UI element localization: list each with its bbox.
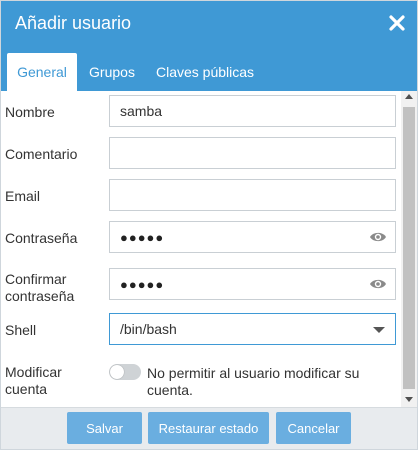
dialog-footer: Salvar Restaurar estado Cancelar: [1, 407, 417, 449]
dialog-titlebar: Añadir usuario: [1, 1, 417, 45]
confirm-label-line2: contraseña: [5, 288, 75, 304]
scroll-down-arrow-icon[interactable]: [405, 397, 413, 402]
name-input[interactable]: samba: [109, 95, 396, 127]
modify-account-label: Modificar cuenta: [5, 364, 62, 398]
tab-groups[interactable]: Grupos: [81, 53, 143, 91]
form-content: Nombre samba Comentario Email Contraseña…: [1, 91, 401, 407]
shell-value: /bin/bash: [120, 321, 177, 337]
reset-button[interactable]: Restaurar estado: [148, 412, 269, 444]
password-value: ●●●●●: [120, 229, 165, 245]
cancel-button[interactable]: Cancelar: [276, 412, 351, 444]
scrollbar-thumb[interactable]: [403, 107, 415, 389]
shell-select[interactable]: /bin/bash: [109, 313, 396, 345]
comment-input[interactable]: [109, 137, 396, 169]
eye-icon[interactable]: [369, 230, 387, 244]
dialog-title: Añadir usuario: [15, 12, 132, 33]
save-button[interactable]: Salvar: [67, 412, 142, 444]
comment-label: Comentario: [5, 146, 78, 162]
modify-account-description: No permitir al usuario modificar su cuen…: [147, 365, 387, 399]
close-icon[interactable]: [387, 13, 407, 33]
modify-label-line1: Modificar: [5, 364, 62, 380]
confirm-password-input[interactable]: ●●●●●: [109, 268, 396, 300]
tab-public-keys[interactable]: Claves públicas: [151, 53, 259, 91]
scroll-up-arrow-icon[interactable]: [405, 94, 413, 99]
modify-text-line2: cuenta.: [147, 382, 193, 398]
eye-icon[interactable]: [369, 277, 387, 291]
add-user-dialog: Añadir usuario General Grupos Claves púb…: [0, 0, 418, 450]
tab-bar: General Grupos Claves públicas: [1, 45, 417, 91]
name-value: samba: [120, 103, 163, 119]
tab-general[interactable]: General: [7, 53, 77, 91]
email-input[interactable]: [109, 179, 396, 211]
password-label: Contraseña: [5, 230, 78, 246]
modify-account-toggle[interactable]: [109, 364, 141, 380]
confirm-password-label: Confirmar contraseña: [5, 271, 74, 305]
email-label: Email: [5, 188, 41, 204]
toggle-knob: [110, 365, 124, 379]
name-label: Nombre: [5, 104, 55, 120]
confirm-password-value: ●●●●●: [120, 276, 165, 292]
modify-label-line2: cuenta: [5, 381, 48, 397]
confirm-label-line1: Confirmar: [5, 271, 67, 287]
shell-label: Shell: [5, 322, 37, 338]
chevron-down-icon[interactable]: [373, 327, 385, 333]
password-input[interactable]: ●●●●●: [109, 221, 396, 253]
modify-text-line1: No permitir al usuario modificar su: [147, 365, 360, 381]
